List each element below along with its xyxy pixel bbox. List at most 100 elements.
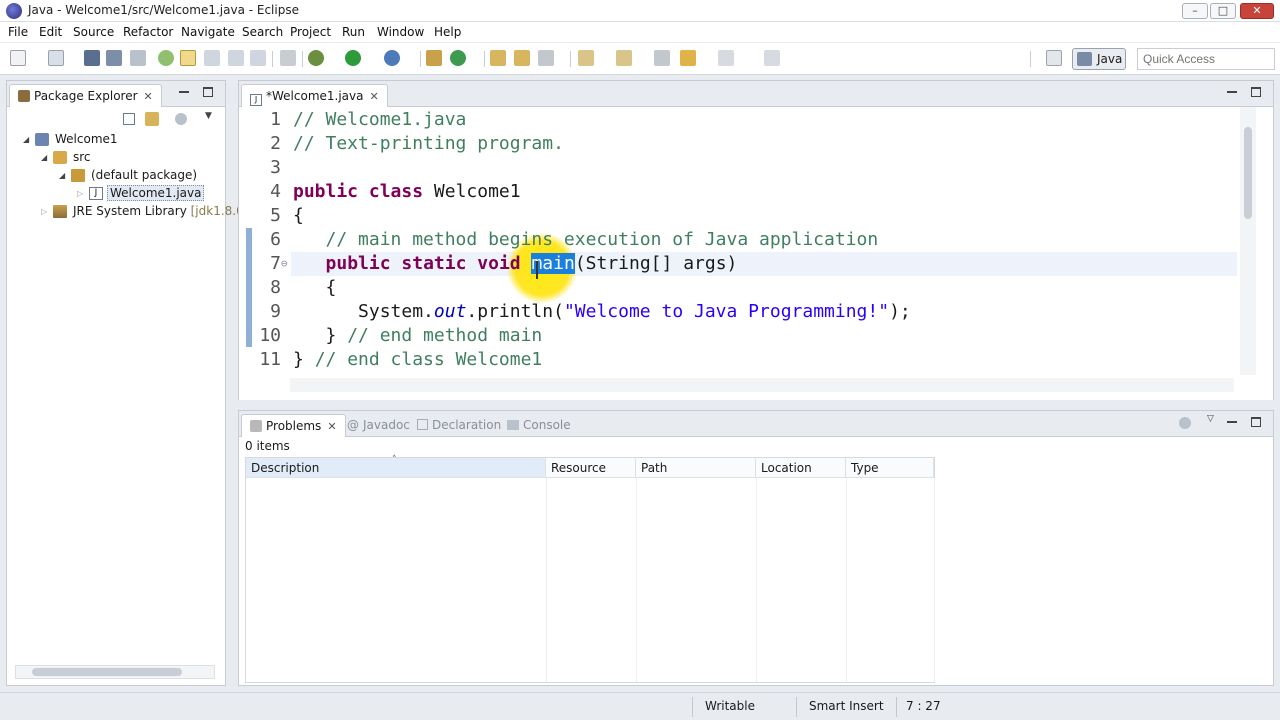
minimize-editor-icon[interactable] [1227, 87, 1237, 93]
minimize-window-button[interactable]: – [1182, 3, 1208, 19]
maximize-window-button[interactable]: □ [1210, 3, 1236, 19]
next-annotation-icon[interactable] [578, 50, 594, 66]
collapsed-icon[interactable]: ▷ [41, 207, 47, 216]
print-icon[interactable] [130, 50, 146, 66]
search-icon[interactable] [538, 50, 554, 66]
maximize-view-icon[interactable] [203, 87, 213, 97]
menu-refactor[interactable]: Refactor [123, 25, 173, 39]
expanded-icon[interactable]: ◢ [59, 171, 65, 180]
window-title: Java - Welcome1/src/Welcome1.java - Ecli… [28, 3, 299, 17]
new-java-class-icon[interactable] [450, 50, 466, 66]
column-location[interactable]: Location [756, 458, 846, 478]
bottom-tabbar: Problems ✕ @ Javadoc Declaration Console ▽ [239, 411, 1273, 437]
close-icon[interactable]: ✕ [144, 90, 153, 103]
code-line: 7 ⊖ public static void main(String[] args… [239, 252, 1239, 276]
editor-horizontal-scrollbar[interactable] [290, 378, 1234, 392]
java-perspective-button[interactable]: Java [1072, 48, 1126, 70]
previous-annotation-icon[interactable] [616, 50, 632, 66]
maximize-editor-icon[interactable] [1251, 87, 1261, 97]
tab-package-explorer[interactable]: Package Explorer ✕ [9, 84, 162, 107]
filter-icon[interactable] [1179, 417, 1191, 429]
scrollbar-thumb[interactable] [1244, 127, 1252, 219]
maximize-view-icon[interactable] [1251, 417, 1261, 427]
close-window-button[interactable]: ✕ [1240, 3, 1274, 19]
horizontal-scrollbar[interactable] [15, 665, 215, 679]
minimize-view-icon[interactable] [1227, 417, 1237, 423]
toolbar-separator [302, 51, 303, 67]
status-insert-mode[interactable]: Smart Insert [809, 699, 884, 713]
block-selection-icon[interactable] [204, 50, 220, 66]
link-with-editor-icon[interactable] [145, 112, 159, 126]
save-all-icon[interactable] [106, 50, 122, 66]
forward-icon[interactable] [718, 50, 734, 66]
line-text: // Text-printing program. [293, 133, 564, 154]
line-number: 11 [259, 349, 281, 370]
tab-welcome1-java[interactable]: J *Welcome1.java ✕ [241, 84, 388, 107]
new-file-icon[interactable] [48, 50, 64, 66]
menu-run[interactable]: Run [342, 25, 365, 39]
run-icon[interactable] [345, 50, 361, 66]
view-menu-icon[interactable] [175, 113, 187, 125]
column-path[interactable]: Path [636, 458, 756, 478]
problems-table[interactable]: Description ˄ Resource Path Location Type [245, 455, 935, 683]
minimize-view-icon[interactable] [179, 87, 189, 93]
menu-file[interactable]: File [8, 25, 28, 39]
back-icon[interactable] [680, 50, 696, 66]
tab-problems[interactable]: Problems ✕ [241, 414, 346, 437]
scrollbar-thumb[interactable] [32, 668, 182, 676]
skip-breakpoints-icon[interactable] [280, 50, 296, 66]
code-area[interactable]: 1 // Welcome1.java 2 // Text-printing prog… [239, 108, 1273, 400]
save-icon[interactable] [84, 50, 100, 66]
debug-icon[interactable] [308, 50, 324, 66]
column-type[interactable]: Type [846, 458, 934, 478]
menu-project[interactable]: Project [290, 25, 331, 39]
expanded-icon[interactable]: ◢ [41, 153, 47, 162]
tab-declaration[interactable]: Declaration [409, 414, 509, 437]
menu-window[interactable]: Window [377, 25, 424, 39]
line-number: 10 [259, 325, 281, 346]
open-perspective-icon[interactable] [1046, 50, 1062, 66]
column-resource[interactable]: Resource [546, 458, 636, 478]
open-task-icon[interactable] [514, 50, 530, 66]
run-external-icon[interactable] [384, 50, 400, 66]
view-dropdown-icon[interactable]: ▼ [205, 111, 212, 121]
expanded-icon[interactable]: ◢ [23, 135, 29, 144]
toolbar-separator [570, 51, 571, 67]
mark-occurrences-icon[interactable] [180, 50, 196, 66]
close-icon[interactable]: ✕ [369, 90, 378, 103]
status-bar: Writable Smart Insert 7 : 27 [0, 692, 1280, 720]
menu-navigate[interactable]: Navigate [181, 25, 235, 39]
view-menu-icon[interactable]: ▽ [1207, 414, 1214, 424]
paragraph-icon[interactable] [250, 50, 266, 66]
new-java-package-icon[interactable] [426, 50, 442, 66]
editor-vertical-scrollbar[interactable] [1240, 107, 1256, 375]
menu-help[interactable]: Help [434, 25, 461, 39]
pin-editor-icon[interactable] [764, 50, 780, 66]
editor-tab-label: *Welcome1.java [266, 89, 364, 103]
column-description[interactable]: Description ˄ [246, 455, 546, 478]
collapse-all-icon[interactable] [123, 113, 135, 125]
quick-access-input[interactable] [1137, 48, 1275, 70]
new-icon[interactable] [10, 50, 26, 66]
java-perspective-label: Java [1097, 52, 1123, 66]
column-divider [756, 478, 757, 682]
close-icon[interactable]: ✕ [327, 420, 336, 433]
package-icon [71, 169, 85, 182]
tab-console[interactable]: Console [499, 414, 579, 437]
menu-search[interactable]: Search [242, 25, 283, 39]
code-line: 5{ [239, 204, 1239, 228]
line-number: 4 [270, 181, 281, 202]
items-count: 0 items [245, 439, 290, 453]
menu-edit[interactable]: Edit [39, 25, 62, 39]
tab-javadoc[interactable]: @ Javadoc [339, 414, 418, 437]
fold-collapse-icon[interactable]: ⊖ [281, 252, 288, 276]
source-folder-icon [53, 151, 67, 164]
status-cursor-position: 7 : 27 [906, 699, 941, 713]
package-explorer-icon [18, 90, 30, 102]
whitespace-icon[interactable] [228, 50, 244, 66]
menu-source[interactable]: Source [73, 25, 114, 39]
collapsed-icon[interactable]: ▷ [77, 189, 83, 198]
open-type-icon[interactable] [490, 50, 506, 66]
last-edit-location-icon[interactable] [654, 50, 670, 66]
toggle-icon[interactable] [158, 50, 174, 66]
